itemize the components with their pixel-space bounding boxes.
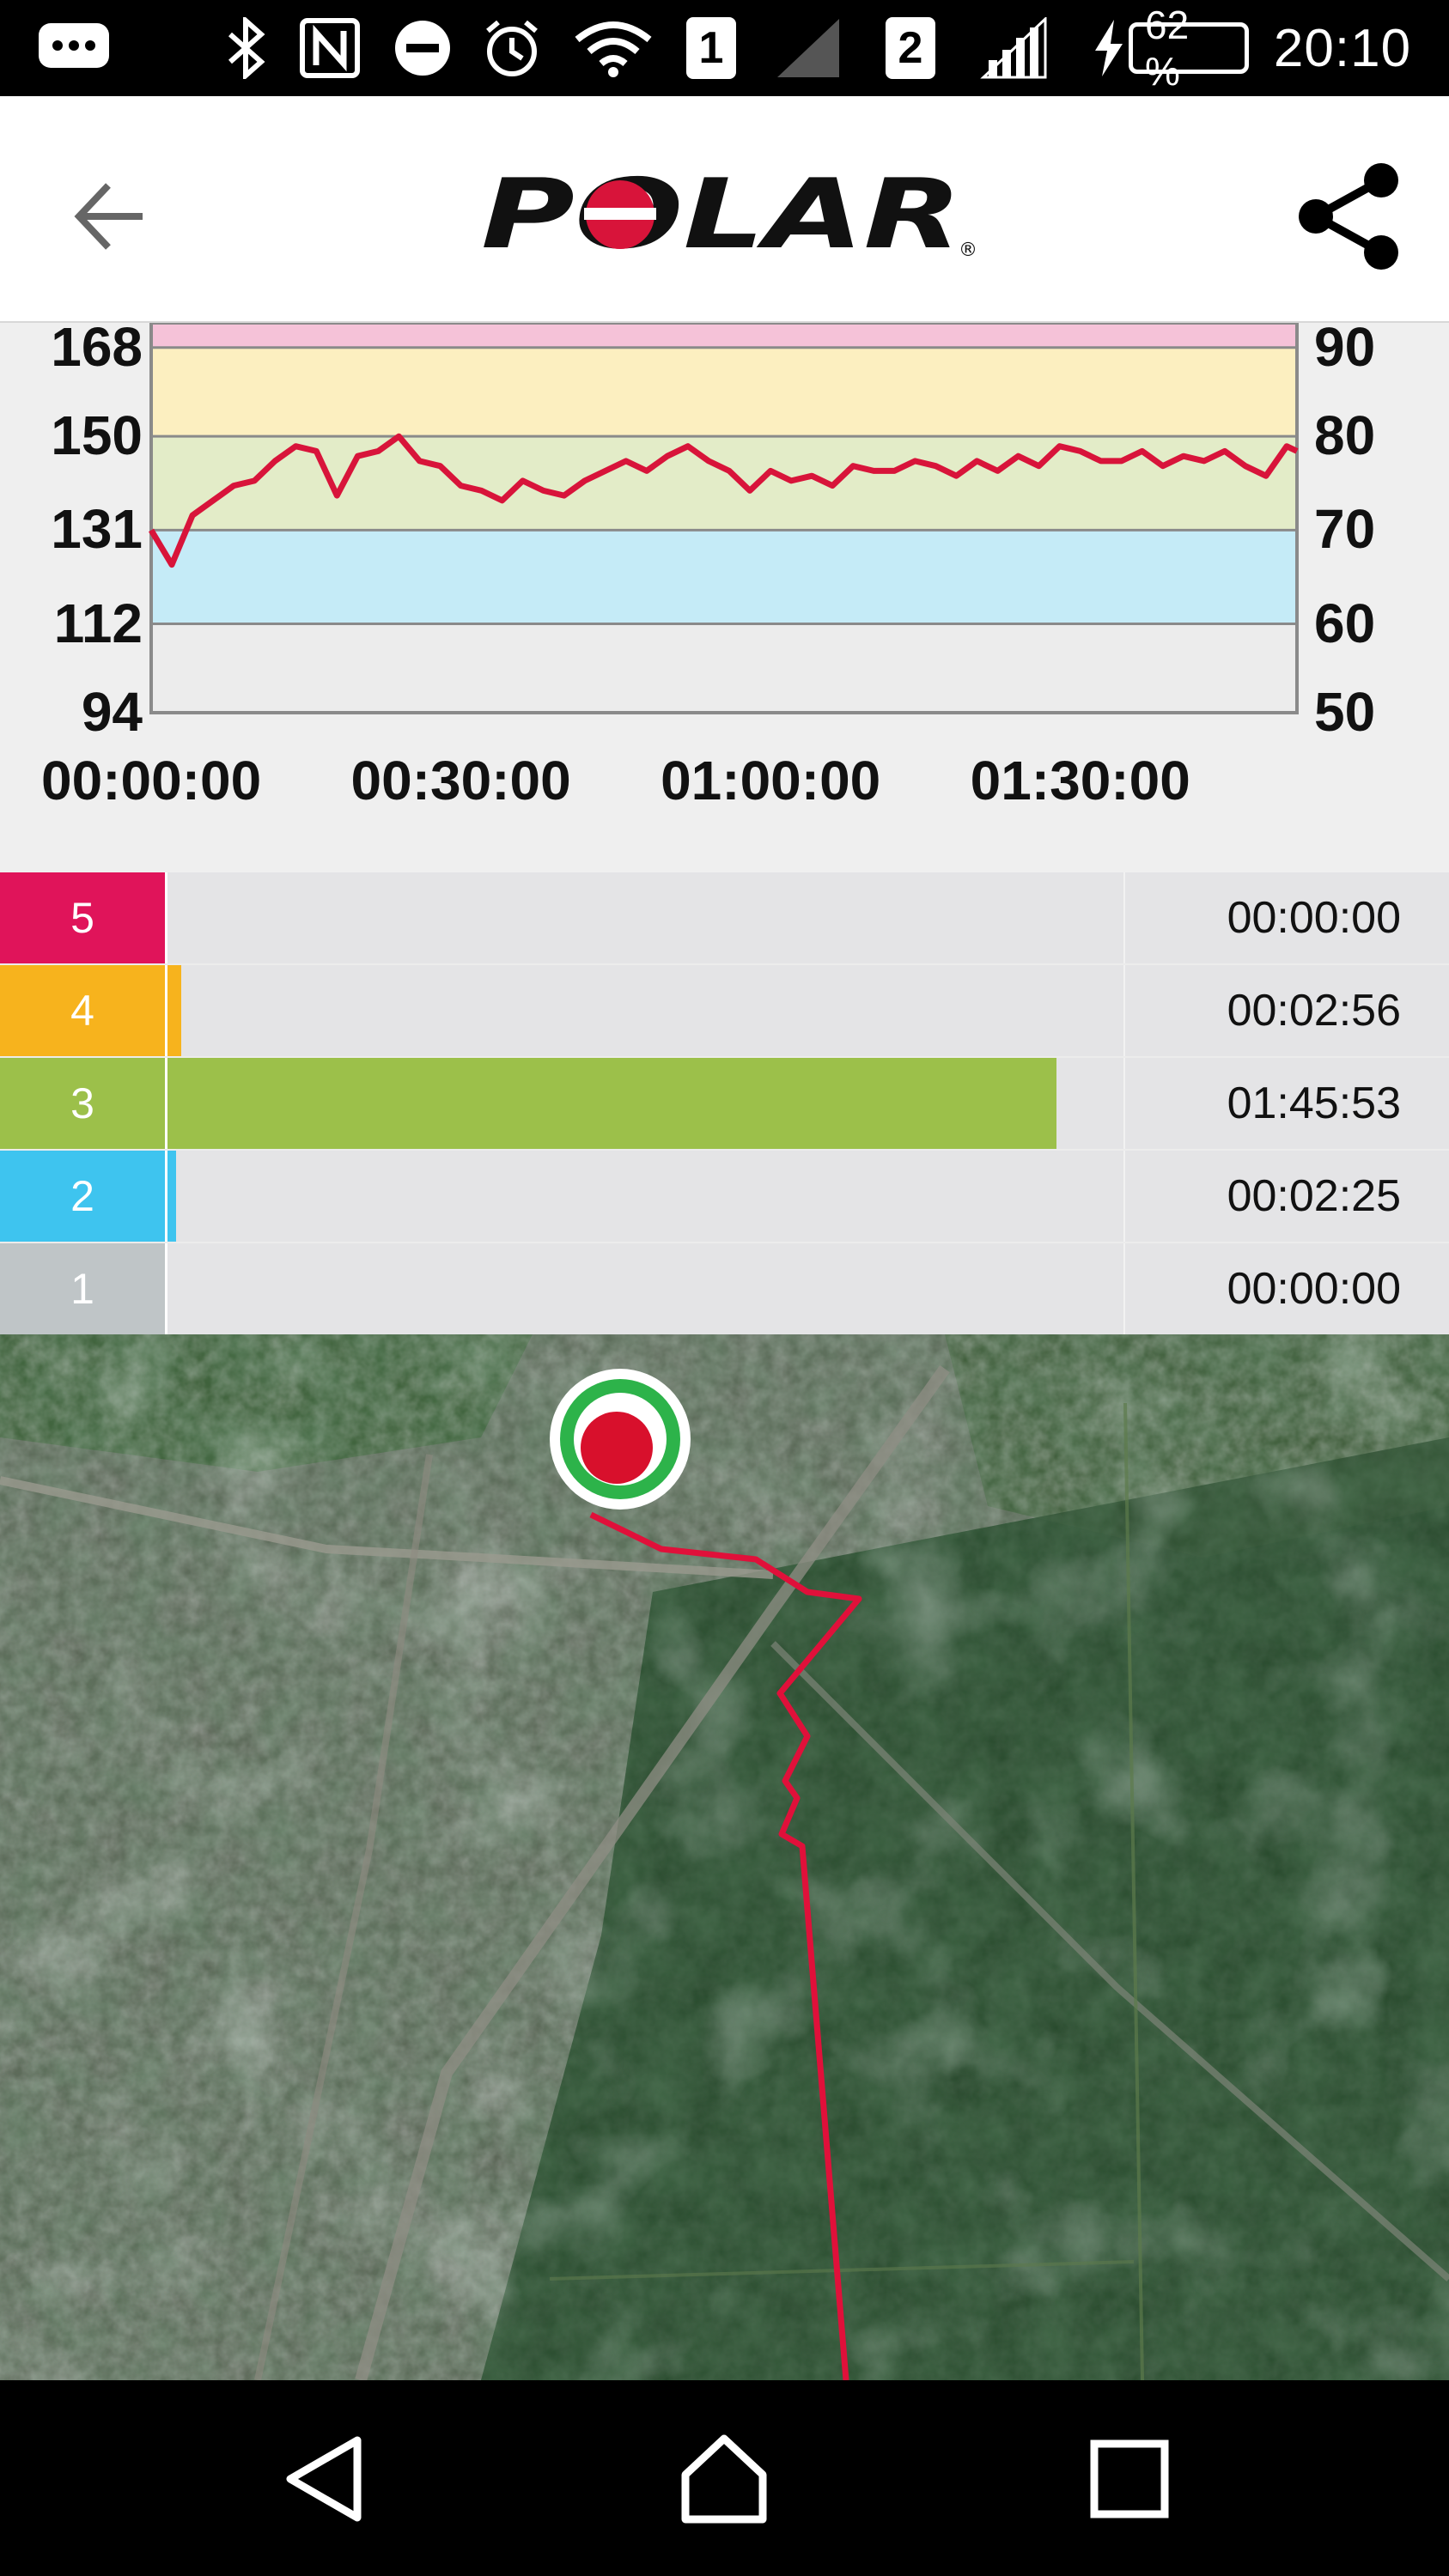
battery-icon: 62 % [1129, 0, 1249, 96]
x-tick: 01:00:00 [661, 750, 881, 811]
back-nav-icon[interactable] [278, 2432, 373, 2526]
zone-time: 00:02:25 [1227, 1171, 1401, 1221]
back-arrow-icon[interactable] [69, 173, 155, 259]
brand-name: POLAR [481, 161, 962, 264]
zone-row-5: 5 00:00:00 [0, 872, 1449, 965]
home-nav-icon[interactable] [677, 2432, 771, 2526]
zone-time: 01:45:53 [1227, 1078, 1401, 1128]
y-left-tick: 150 [51, 404, 143, 467]
svg-text:®: ® [959, 240, 977, 261]
app-bar: POLAR ® [0, 96, 1449, 323]
zone-separator [1123, 872, 1125, 963]
zone-row-4: 4 00:02:56 [0, 965, 1449, 1058]
zone-divider [165, 965, 167, 1056]
start-marker[interactable] [550, 1369, 691, 1510]
zone-number: 1 [0, 1243, 165, 1334]
zone-row-1: 1 00:00:00 [0, 1243, 1449, 1336]
zone-separator [1123, 965, 1125, 1056]
zone-number: 4 [0, 965, 165, 1056]
sim2-label: 2 [886, 17, 935, 79]
zone-number: 3 [0, 1058, 165, 1149]
status-bar: 1 2 62 % 20:10 [0, 0, 1449, 96]
polar-logo: POLAR ® [481, 159, 979, 270]
x-tick: 01:30:00 [970, 750, 1190, 811]
zone-number: 2 [0, 1151, 165, 1242]
sim2-badge: 2 [883, 0, 938, 96]
zone-number: 5 [0, 872, 165, 963]
clock: 20:10 [1273, 18, 1412, 78]
y-right-tick: 80 [1314, 404, 1376, 467]
heart-rate-chart: 168 150 131 112 94 90 80 70 60 50 00:00:00 00:30:00… [0, 316, 1449, 872]
navigation-bar [0, 2380, 1449, 2576]
route-map[interactable] [0, 1334, 1449, 2380]
sim1-label: 1 [686, 17, 736, 79]
zone-row-3: 3 01:45:53 [0, 1058, 1449, 1151]
zone-divider [165, 872, 167, 963]
zone-band [151, 323, 1297, 348]
signal-icon [976, 0, 1053, 96]
x-tick: 00:00:00 [41, 750, 262, 811]
zone-divider [165, 1243, 167, 1334]
sim1-badge: 1 [684, 0, 739, 96]
y-right-tick: 50 [1314, 681, 1376, 743]
zone-row-2: 2 00:02:25 [0, 1151, 1449, 1243]
zone-separator [1123, 1058, 1125, 1149]
y-left-tick: 94 [81, 681, 143, 743]
zone-band [151, 347, 1297, 437]
y-left-tick: 131 [51, 498, 143, 561]
bluetooth-icon [216, 0, 277, 96]
zone-band [151, 623, 1297, 713]
y-right-tick: 60 [1314, 592, 1376, 654]
chat-icon [31, 0, 117, 96]
zone-divider [165, 1058, 167, 1149]
heart-rate-zones: 5 00:00:00 4 00:02:56 3 01:45:53 2 00:02:25 1 00:… [0, 872, 1449, 1336]
zone-time: 00:00:00 [1227, 1264, 1401, 1314]
recents-nav-icon[interactable] [1082, 2432, 1177, 2526]
y-left-tick: 168 [51, 315, 143, 378]
wifi-icon [570, 0, 656, 96]
zone-divider [165, 1151, 167, 1242]
zone-separator [1123, 1151, 1125, 1242]
zone-band [151, 530, 1297, 624]
x-tick: 00:30:00 [350, 750, 571, 811]
y-right-tick: 70 [1314, 498, 1376, 561]
charging-icon [1087, 0, 1130, 96]
zone-time: 00:00:00 [1227, 893, 1401, 943]
battery-percent: 62 % [1129, 3, 1249, 94]
zone-separator [1123, 1243, 1125, 1334]
alarm-icon [478, 0, 546, 96]
zone-band [151, 436, 1297, 531]
y-left-tick: 112 [53, 592, 143, 654]
y-right-tick: 90 [1314, 315, 1376, 378]
zone-time: 00:02:56 [1227, 986, 1401, 1036]
do-not-disturb-icon [388, 0, 457, 96]
nfc-icon [295, 0, 364, 96]
signal-icon [770, 0, 847, 96]
share-icon[interactable] [1288, 156, 1409, 276]
